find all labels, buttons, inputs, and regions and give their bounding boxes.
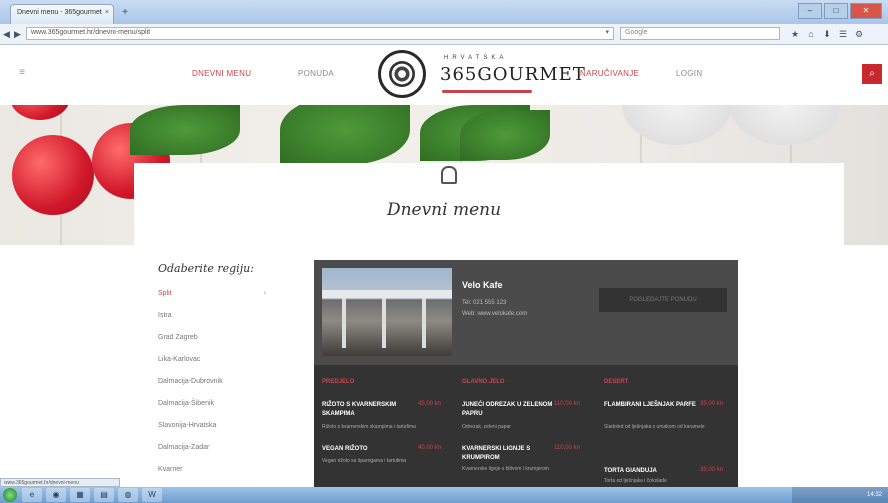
nav-dnevni-menu[interactable]: DNEVNI MENU [192,69,251,78]
region-item-lika-karlovac[interactable]: Lika-Karlovac [158,349,268,371]
photo-column [342,298,346,348]
view-offer-button[interactable]: POGLEDAJTE PONUDU [599,288,727,312]
taskbar-ie-icon[interactable]: e [22,488,42,502]
settings-icon[interactable]: ⚙ [854,28,864,40]
leaf-image [280,105,410,165]
dish-price: 110,00 kn [554,401,580,407]
region-item-dalmacija-zadar[interactable]: Dalmacija-Zadar [158,437,268,459]
clock[interactable]: 14:32 [867,492,882,498]
daily-menu-area: PREDJELO RIŽOTO S KVARNERSKIM SKAMPIMA 4… [314,365,738,487]
hamburger-icon[interactable]: ≡ [14,65,30,81]
browser-tab[interactable]: Dnevni menu - 365gourmet × [10,4,114,24]
browser-titlebar: Dnevni menu - 365gourmet × + – □ ✕ [0,0,888,24]
tab-close-icon[interactable]: × [105,9,109,16]
toolbar-icons: ★ ⌂ ⬇ ☰ ⚙ [790,28,864,40]
leaf-image [130,105,240,155]
region-item-split[interactable]: Split › [158,283,268,305]
bookmark-icon[interactable]: ★ [790,28,800,40]
region-item-dalmacija-sibenik[interactable]: Dalmacija-Šibenik [158,393,268,415]
dish-name: KVARNERSKI LIGNJE S KRUMPIROM [462,446,531,461]
nav-login[interactable]: LOGIN [676,69,702,78]
tab-title: Dnevni menu - 365gourmet [17,9,102,16]
photo-awning [322,290,452,298]
nav-narucivanje[interactable]: NARUČIVANJE [580,69,639,78]
site-header: ≡ DNEVNI MENU PONUDA HRVATSKA 365GOURMET… [0,45,888,105]
url-dropdown-icon[interactable]: ▾ [605,28,609,36]
dish-name: JUNEĆI ODREZAK U ZELENOM PAPRU [462,402,553,417]
region-list: Split › Istra Grad Zagreb Lika-Karlovac … [158,283,268,481]
dish-name: FLAMBIRANI LJEŠNJAK PARFE [604,402,696,408]
os-taskbar: e ◉ ▦ ▤ ◍ W 14:32 [0,487,888,503]
taskbar-media-icon[interactable]: ◍ [118,488,138,502]
restaurant-phone: Tel: 021 555 123 [462,300,507,306]
logo-emblem-icon [378,50,426,98]
minimize-icon[interactable]: – [798,3,822,19]
dish-description: Vegan rižoto sa šparogama i tartufima [322,458,407,464]
dish-price: 35,00 kn [700,401,724,407]
dish-description: Rižoto s kvarnerskim skampima i tartufim… [322,424,416,430]
dish-description: Sladoled od lješnjaka s umakom od karame… [604,424,705,430]
new-tab-icon[interactable]: + [118,7,132,19]
chevron-right-icon: › [263,290,266,297]
region-item-grad-zagreb[interactable]: Grad Zagreb [158,327,268,349]
region-item-dalmacija-dubrovnik[interactable]: Dalmacija-Dubrovnik [158,371,268,393]
browser-status-bar: www.365gourmet.hr/dnevni-menu [0,478,120,487]
region-item-istra[interactable]: Istra [158,305,268,327]
dish-price: 35,00 kn [700,467,724,473]
forward-icon[interactable]: ▶ [14,28,26,40]
logo-underline [442,90,532,93]
restaurant-card: Velo Kafe Tel: 021 555 123 Web: www.velo… [314,260,738,365]
logo-wordmark: 365GOURMET [440,64,586,85]
taskbar-app-icon[interactable]: ▤ [94,488,114,502]
restaurant-photo [322,268,452,356]
logo-subtitle: HRVATSKA [444,55,508,61]
dish-name: RIŽOTO S KVARNERSKIM SKAMPIMA [322,402,397,417]
nav-ponuda[interactable]: PONUDA [298,69,334,78]
taskbar-chrome-icon[interactable]: ◉ [46,488,66,502]
system-tray: 14:32 [792,487,888,503]
region-item-slavonija[interactable]: Slavonija-Hrvatska [158,415,268,437]
address-bar[interactable]: www.365gourmet.hr/dnevni-menu/split ▾ [26,27,614,40]
dish-price: 45,00 kn [418,401,442,407]
taskbar-explorer-icon[interactable]: ▦ [70,488,90,502]
menu-column-heading: GLAVNO JELO [462,379,505,385]
restaurant-name: Velo Kafe [462,280,503,290]
plate-image [622,105,732,145]
dish-description: Torta od lješnjaka i čokolade [604,478,667,484]
photo-column [382,298,386,348]
menu-icon[interactable]: ☰ [838,28,848,40]
search-placeholder: Google [625,29,648,36]
window-controls: – □ ✕ [798,3,882,19]
search-icon[interactable]: ⌕ [862,64,882,84]
window-close-icon[interactable]: ✕ [850,3,882,19]
leaf-image [460,110,550,160]
taskbar-word-icon[interactable]: W [142,488,162,502]
dish-price: 40,00 kn [418,445,442,451]
region-heading: Odaberite regiju: [158,262,254,275]
dish-description: Odrezak, zeleni papar [462,424,511,430]
browser-search-input[interactable]: Google [620,27,780,40]
menu-column-heading: PREDJELO [322,379,355,385]
maximize-icon[interactable]: □ [824,3,848,19]
dish-description: Kvarnerske lignje s blitvom i krumpirom [462,466,549,472]
chef-hat-icon [441,166,457,184]
dish-price: 110,00 kn [554,445,580,451]
home-icon[interactable]: ⌂ [806,28,816,40]
restaurant-website[interactable]: Web: www.velokafe.com [462,311,527,317]
dish-name: TORTA GIANDUJA [604,468,657,474]
site-logo[interactable]: HRVATSKA 365GOURMET [378,50,585,100]
photo-column [422,298,426,348]
region-item-kvarner[interactable]: Kvarner [158,459,268,481]
browser-navbar: ◀ ▶ www.365gourmet.hr/dnevni-menu/split … [0,24,888,45]
url-text: www.365gourmet.hr/dnevni-menu/split [31,29,151,36]
region-label: Split [158,290,172,297]
start-button[interactable] [3,488,17,502]
plate-image [730,105,840,145]
menu-column-heading: DESERT [604,379,629,385]
dish-name: VEGAN RIŽOTO [322,446,368,452]
page-title: Dnevni menu [386,200,502,220]
download-icon[interactable]: ⬇ [822,28,832,40]
